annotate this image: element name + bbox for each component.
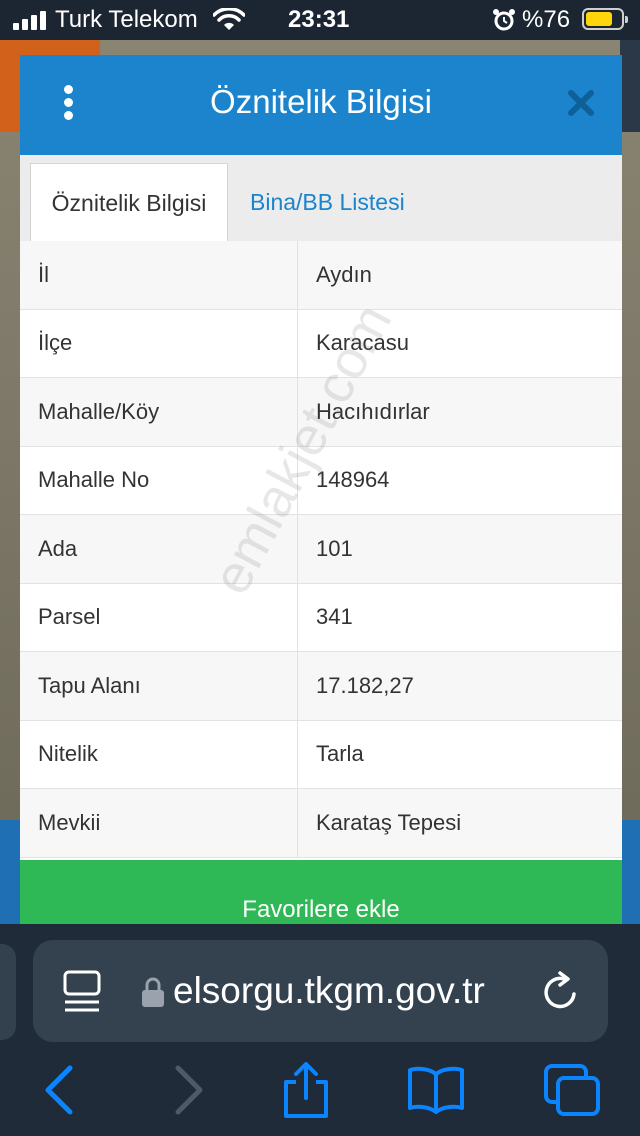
url-text: elsorgu.tkgm.gov.tr (173, 970, 485, 1011)
back-icon[interactable] (32, 1062, 92, 1118)
attribute-value: 148964 (316, 467, 390, 493)
attribute-key: Mevkii (20, 789, 298, 857)
lock-icon (142, 977, 164, 1007)
battery-icon (582, 8, 628, 30)
add-to-favorites-button[interactable]: Favorilere ekle (20, 860, 622, 925)
attribute-value: Tarla (316, 741, 364, 767)
attribute-dialog: Öznitelik Bilgisi Öznitelik Bilgisi Bina… (20, 55, 622, 925)
attribute-key: Parsel (20, 583, 298, 651)
attribute-value: Aydın (316, 261, 372, 287)
battery-percent: %76 (522, 6, 571, 33)
table-row: İl Aydın (20, 241, 622, 310)
attribute-key: İl (20, 241, 298, 309)
table-row: Mahalle No 148964 (20, 446, 622, 515)
table-row: İlçe Karacasu (20, 309, 622, 378)
tabs-icon[interactable] (542, 1062, 602, 1118)
wifi-icon (213, 8, 245, 30)
reload-icon[interactable] (538, 970, 582, 1014)
attribute-key: Tapu Alanı (20, 652, 298, 720)
attribute-key: Mahalle No (20, 446, 298, 514)
table-row: Ada 101 (20, 515, 622, 584)
table-row: Nitelik Tarla (20, 720, 622, 789)
carrier-name: Turk Telekom (55, 6, 198, 33)
address-bar[interactable]: elsorgu.tkgm.gov.tr (33, 940, 608, 1042)
attribute-table: İl Aydın İlçe Karacasu Mahalle/Köy Hacıhıdırl… (20, 241, 622, 858)
signal-icon (13, 10, 49, 30)
forward-icon[interactable] (158, 1062, 218, 1118)
clock: 23:31 (288, 6, 350, 33)
attribute-value: 101 (316, 535, 353, 561)
reader-mode-icon[interactable] (63, 970, 101, 1014)
dialog-title: Öznitelik Bilgisi (210, 83, 432, 120)
table-row: Parsel 341 (20, 583, 622, 652)
table-row: Mevkii Karataş Tepesi (20, 789, 622, 858)
share-icon[interactable] (276, 1062, 336, 1118)
map-dark-strip (620, 40, 640, 132)
attribute-key: Ada (20, 515, 298, 583)
alarm-icon (493, 9, 515, 31)
close-icon[interactable] (565, 87, 597, 119)
tab-attribute-info[interactable]: Öznitelik Bilgisi (30, 163, 228, 242)
attribute-key: Nitelik (20, 720, 298, 788)
table-row: Mahalle/Köy Hacıhıdırlar (20, 378, 622, 447)
dialog-header: Öznitelik Bilgisi (20, 55, 622, 155)
attribute-value: Karacasu (316, 330, 409, 356)
tab-bar: Öznitelik Bilgisi Bina/BB Listesi (20, 155, 622, 242)
previous-tab-preview[interactable] (0, 944, 16, 1040)
attribute-key: İlçe (20, 309, 298, 377)
tab-building-list[interactable]: Bina/BB Listesi (250, 163, 405, 241)
status-bar: Turk Telekom 23:31 %76 (0, 0, 640, 40)
attribute-value: Karataş Tepesi (316, 809, 462, 835)
attribute-key: Mahalle/Köy (20, 378, 298, 446)
attribute-value: 341 (316, 604, 353, 630)
attribute-value: Hacıhıdırlar (316, 398, 430, 424)
bookmarks-icon[interactable] (406, 1062, 466, 1118)
table-row: Tapu Alanı 17.182,27 (20, 652, 622, 721)
attribute-value: 17.182,27 (316, 672, 414, 698)
